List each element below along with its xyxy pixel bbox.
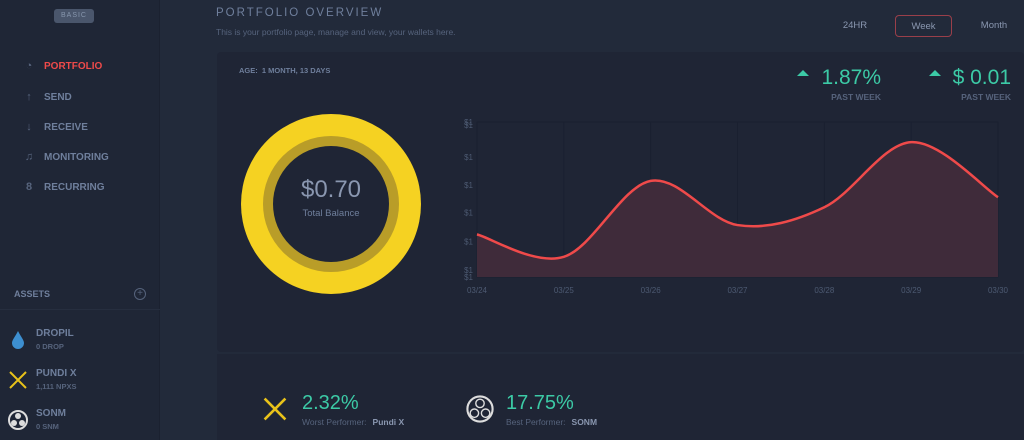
x-tick-label: 03/25 [554,286,575,295]
x-tick-label: 03/28 [814,286,835,295]
recurring-icon: 8 [25,181,33,193]
asset-sonm[interactable]: SONM 0 SNM [8,406,158,436]
stat-label: PAST WEEK [831,92,881,102]
total-balance: $0.70 [300,176,362,203]
nav-receive[interactable]: ↓ RECEIVE [22,119,152,135]
worst-value: 2.32% [302,392,359,414]
tab-week[interactable]: Week [895,15,952,37]
pundi-x-icon [9,371,27,389]
best-asset: SONM [571,417,598,427]
y-tick-label: $1 [464,181,473,190]
up-triangle-icon [928,70,941,76]
best-value: 17.75% [506,392,574,414]
pie-chart-icon: ◔ [25,60,33,72]
nav-label: MONITORING [44,151,109,163]
worst-asset: Pundi X [372,417,405,427]
nav-label: SEND [44,91,72,103]
sonm-icon [8,410,28,430]
y-tick-label: $1 [464,118,473,127]
stat-value: 1.87% [821,66,881,89]
nav-portfolio[interactable]: ◔ PORTFOLIO [22,58,152,74]
weekly-percent-change: 1.87% PAST WEEK [797,66,881,102]
x-tick-label: 03/27 [727,286,748,295]
bell-icon: ♫ [24,151,34,163]
plan-badge: BASIC [54,9,94,23]
x-tick-label: 03/26 [641,286,662,295]
pundi-x-icon [263,397,287,421]
asset-dropil[interactable]: DROPIL 0 DROP [8,326,158,356]
page-subtitle: This is your portfolio page, manage and … [216,27,456,37]
weekly-value-change: $ 0.01 PAST WEEK [928,66,1011,102]
sidebar: BASIC ◔ PORTFOLIO ↑ SEND ↓ RECEIVE ♫ MONITOR… [0,0,160,440]
nav-label: RECURRING [44,181,105,193]
drop-icon [12,331,24,349]
age-label: AGE: [239,66,258,75]
nav-label: RECEIVE [44,121,88,133]
nav-monitoring[interactable]: ♫ MONITORING [22,149,152,165]
asset-balance: 0 DROP [36,342,64,351]
asset-pundi-x[interactable]: PUNDI X 1,111 NPXS [8,366,158,396]
worst-label: Worst Performer: [302,417,367,427]
nav-send[interactable]: ↑ SEND [22,89,152,105]
total-balance-label: Total Balance [302,208,360,219]
arrow-up-icon: ↑ [26,91,32,103]
assets-heading: ASSETS [14,289,51,299]
page-title: PORTFOLIO OVERVIEW [216,7,384,19]
asset-name: PUNDI X [36,368,77,379]
x-tick-label: 03/29 [901,286,922,295]
best-label: Best Performer: [506,417,566,427]
tab-month[interactable]: Month [975,15,1013,37]
arrow-down-icon: ↓ [26,121,32,133]
up-triangle-icon [797,70,810,76]
balance-donut: $0.70 Total Balance [241,114,421,294]
x-tick-label: 03/24 [467,286,488,295]
y-tick-label: $1 [464,237,473,246]
sonm-icon [466,395,494,423]
worst-performer: 2.32% Worst Performer: Pundi X [262,392,404,427]
stat-value: $ 0.01 [952,66,1011,89]
best-performer: 17.75% Best Performer: SONM [466,392,597,427]
portfolio-age: AGE: 1 MONTH, 13 DAYS [239,66,330,75]
y-tick-label: $1 [464,266,473,275]
stat-label: PAST WEEK [961,92,1011,102]
asset-balance: 1,111 NPXS [36,382,77,391]
balance-chart: 03/24 03/25 03/26 03/27 03/28 03/29 03/30 $1 $1 $… [464,118,1009,295]
add-asset-button[interactable]: + [134,288,146,300]
asset-name: SONM [36,408,66,419]
divider [0,309,160,310]
nav-recurring[interactable]: 8 RECURRING [22,179,152,195]
age-value: 1 MONTH, 13 DAYS [261,66,331,75]
asset-balance: 0 SNM [36,422,59,431]
asset-name: DROPIL [36,328,74,339]
tab-24hr[interactable]: 24HR [838,15,872,37]
y-tick-label: $1 [464,209,473,218]
nav-label: PORTFOLIO [44,60,103,72]
x-tick-label: 03/30 [988,286,1009,295]
y-tick-label: $1 [464,153,473,162]
